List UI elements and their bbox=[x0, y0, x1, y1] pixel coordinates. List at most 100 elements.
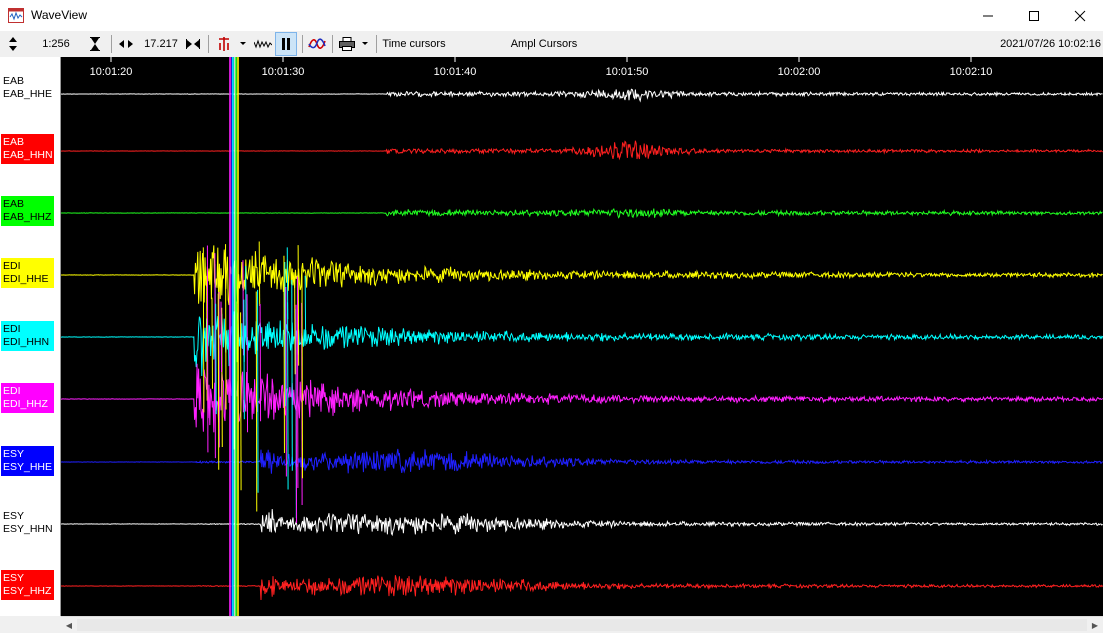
station-name: EDI bbox=[3, 385, 21, 397]
horizontal-scrollbar[interactable]: ◀ ▶ bbox=[61, 616, 1103, 633]
channel-label-edi-hhz[interactable]: EDI EDI_HHZ bbox=[1, 383, 54, 413]
traces bbox=[61, 88, 1103, 601]
time-fit-button[interactable] bbox=[184, 31, 202, 57]
channel-name: EDI_HHZ bbox=[3, 398, 48, 410]
trace-esy-hhz bbox=[61, 575, 1103, 601]
maximize-icon bbox=[1029, 10, 1039, 21]
time-tick-label: 10:01:40 bbox=[434, 66, 477, 78]
trace-spike bbox=[259, 303, 262, 422]
trace-spike bbox=[297, 245, 300, 366]
channel-label-edi-hhn[interactable]: EDI EDI_HHN bbox=[1, 321, 54, 351]
channel-label-edi-hhe[interactable]: EDI EDI_HHE bbox=[1, 258, 54, 288]
channel-label-eab-hhe[interactable]: EAB EAB_HHE bbox=[1, 73, 54, 103]
station-name: EDI bbox=[3, 260, 21, 272]
current-datetime: 2021/07/26 10:02:16 bbox=[1000, 38, 1101, 50]
trace-edi-hhe bbox=[61, 245, 1103, 306]
amplitude-fit-button[interactable] bbox=[86, 31, 104, 57]
trace-spike bbox=[295, 304, 298, 523]
window-title: WaveView bbox=[31, 8, 88, 22]
trace-spike bbox=[286, 247, 289, 320]
scroll-right-button[interactable]: ▶ bbox=[1087, 617, 1103, 633]
close-button[interactable] bbox=[1057, 0, 1103, 31]
scroll-track[interactable] bbox=[77, 619, 1087, 631]
station-name: ESY bbox=[3, 448, 25, 460]
separator bbox=[302, 35, 303, 53]
channel-name: EAB_HHN bbox=[3, 149, 53, 161]
station-name: EAB bbox=[3, 198, 25, 210]
right-arrow-icon: ▶ bbox=[1091, 620, 1099, 630]
trace-spike bbox=[221, 307, 223, 448]
picking-dropdown-button[interactable] bbox=[238, 31, 248, 57]
trace-spike bbox=[225, 244, 227, 410]
channel-label-eab-hhz[interactable]: EAB EAB_HHZ bbox=[1, 196, 54, 226]
trace-spike bbox=[285, 287, 287, 477]
print-button[interactable] bbox=[336, 31, 358, 57]
ampl-cursors-button[interactable]: Ampl Cursors bbox=[508, 31, 580, 57]
trace-spike bbox=[258, 241, 261, 307]
station-name: EDI bbox=[3, 323, 21, 335]
channel-name: EAB_HHZ bbox=[3, 211, 52, 223]
separator bbox=[111, 35, 112, 53]
channel-label-eab-hhn[interactable]: EAB EAB_HHN bbox=[1, 134, 54, 164]
trace-spike bbox=[284, 262, 286, 407]
trace-spike bbox=[214, 253, 216, 459]
close-icon bbox=[1074, 10, 1086, 21]
station-name: ESY bbox=[3, 572, 25, 584]
pick-marker-icon bbox=[219, 37, 229, 51]
station-name: EAB bbox=[3, 75, 25, 87]
dropdown-arrow-icon bbox=[362, 42, 368, 45]
trace-spike bbox=[301, 268, 303, 479]
trace-spike bbox=[202, 247, 205, 413]
trace-spike bbox=[242, 260, 244, 356]
time-cursors-button[interactable]: Time cursors bbox=[380, 31, 448, 57]
trace-edi-hhn bbox=[61, 310, 1103, 377]
channel-name: EDI_HHE bbox=[3, 273, 49, 285]
printer-icon bbox=[339, 37, 355, 51]
amplitude-scale-button[interactable] bbox=[4, 31, 22, 57]
time-tick-label: 10:02:00 bbox=[778, 66, 821, 78]
waveform-style-button[interactable] bbox=[253, 31, 273, 57]
channel-label-esy-hhz[interactable]: ESY ESY_HHZ bbox=[1, 570, 54, 600]
trace-spike bbox=[217, 293, 220, 470]
time-value: 17.217 bbox=[144, 38, 178, 50]
station-name: ESY bbox=[3, 510, 25, 522]
up-down-arrows-icon bbox=[9, 37, 17, 51]
hourglass-icon bbox=[90, 37, 100, 51]
channel-name: ESY_HHE bbox=[3, 461, 53, 473]
channel-name: EAB_HHE bbox=[3, 88, 53, 100]
time-scale-button[interactable] bbox=[117, 31, 135, 57]
filter-button[interactable] bbox=[306, 31, 328, 57]
maximize-button[interactable] bbox=[1011, 0, 1057, 31]
pause-button[interactable] bbox=[275, 32, 297, 56]
waveform-canvas[interactable]: 10:01:20 10:01:30 10:01:40 10:01:50 10:02:00… bbox=[61, 57, 1103, 616]
channel-label-panel: EAB EAB_HHE EAB EAB_HHN EAB EAB_HHZ EDI EDI_… bbox=[0, 57, 61, 616]
channel-label-esy-hhn[interactable]: ESY ESY_HHN bbox=[1, 508, 54, 538]
left-right-arrows-icon bbox=[119, 40, 133, 48]
trace-spike bbox=[287, 302, 289, 490]
time-axis: 10:01:20 10:01:30 10:01:40 10:01:50 10:02:00… bbox=[90, 57, 992, 78]
separator bbox=[376, 35, 377, 53]
scroll-left-button[interactable]: ◀ bbox=[61, 617, 77, 633]
station-name: EAB bbox=[3, 136, 25, 148]
pause-icon bbox=[282, 38, 290, 50]
trace-spike bbox=[245, 266, 247, 341]
trace-spike bbox=[243, 299, 245, 420]
picking-tool-button[interactable] bbox=[214, 31, 234, 57]
minimize-button[interactable] bbox=[965, 0, 1011, 31]
trace-spike bbox=[291, 279, 293, 471]
trace-eab-hhz bbox=[61, 207, 1103, 219]
channel-name: EDI_HHN bbox=[3, 336, 50, 348]
minimize-icon bbox=[983, 15, 993, 16]
print-dropdown-button[interactable] bbox=[360, 31, 370, 57]
filter-wave-icon bbox=[308, 38, 326, 49]
channel-label-esy-hhe[interactable]: ESY ESY_HHE bbox=[1, 446, 54, 476]
time-tick-label: 10:01:30 bbox=[262, 66, 305, 78]
left-arrow-icon: ◀ bbox=[65, 620, 73, 630]
trace-spike bbox=[255, 291, 258, 512]
dropdown-arrow-icon bbox=[240, 42, 246, 45]
waveform-icon bbox=[254, 39, 272, 49]
trace-spike bbox=[304, 275, 307, 342]
waveform-plot[interactable]: 10:01:20 10:01:30 10:01:40 10:01:50 10:02:00… bbox=[61, 57, 1103, 616]
trace-eab-hhe bbox=[61, 88, 1103, 103]
trace-eab-hhn bbox=[61, 140, 1103, 161]
